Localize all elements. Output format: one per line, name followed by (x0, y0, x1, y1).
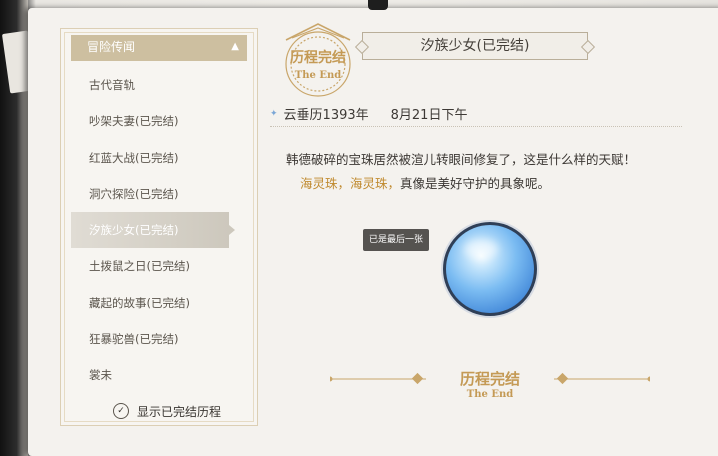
date-day: 8月21日下午 (390, 108, 468, 123)
checkmark-icon: ✓ (113, 403, 129, 419)
show-completed-toggle[interactable]: ✓ 显示已完结历程 (113, 401, 221, 421)
list-item-label: 吵架夫妻(已完结) (89, 114, 179, 129)
sparkle-icon: ✦ (270, 108, 278, 119)
list-item-label: 汐族少女(已完结) (89, 223, 179, 238)
list-item[interactable]: 古代音轨 (71, 67, 247, 103)
tooltip-text: 已是最后一张 (368, 235, 423, 245)
list-item-label: 古代音轨 (89, 78, 135, 92)
page-title-text: 汐族少女(已完结) (420, 38, 530, 54)
list-header-label: 冒险传闻 (87, 40, 136, 54)
list-item[interactable]: 吵架夫妻(已完结) (71, 103, 247, 139)
list-category-header[interactable]: 冒险传闻 ▲ (71, 35, 247, 61)
list-item[interactable]: 洞穴探险(已完结) (71, 176, 247, 212)
entry-date: ✦ 云垂历1393年 8月21日下午 (270, 104, 467, 123)
list-item[interactable]: 狂暴驼兽(已完结) (71, 321, 247, 357)
selection-pointer (229, 225, 235, 236)
seal-title: 历程完结 (290, 49, 346, 66)
entry-line-2: 海灵珠，海灵珠，真像是美好守护的具象呢。 (286, 172, 696, 196)
orb-highlight (464, 239, 498, 259)
event-list: 古代音轨 吵架夫妻(已完结) 红蓝大战(已完结) 洞穴探险(已完结) 汐族少女(… (71, 67, 247, 394)
list-item[interactable]: 土拨鼠之日(已完结) (71, 248, 247, 284)
list-item-label: 土拨鼠之日(已完结) (89, 259, 190, 274)
end-subtitle: The End (466, 389, 514, 400)
list-item-label: 藏起的故事(已完结) (89, 295, 190, 310)
list-item[interactable]: 红蓝大战(已完结) (71, 140, 247, 176)
chevron-up-icon: ▲ (231, 41, 239, 52)
last-page-tooltip: 已是最后一张 (363, 229, 429, 251)
list-item-label: 裳未 (89, 368, 112, 383)
list-item-label: 狂暴驼兽(已完结) (89, 332, 179, 347)
divider (270, 126, 682, 127)
seal-subtitle: The End (295, 70, 341, 81)
end-title: 历程完结 (459, 370, 520, 388)
list-item[interactable]: 裳未 (71, 357, 247, 393)
book-spine-clip (368, 0, 388, 10)
event-list-panel: 冒险传闻 ▲ 古代音轨 吵架夫妻(已完结) 红蓝大战(已完结) 洞穴探险(已完结… (60, 28, 258, 426)
entry-text: 韩德破碎的宝珠居然被渲儿转眼间修复了，这是什么样的天赋！ 海灵珠，海灵珠，真像是… (286, 148, 696, 196)
list-item-label: 红蓝大战(已完结) (89, 150, 179, 165)
entry-highlight: 海灵珠，海灵珠， (300, 176, 401, 191)
list-item-selected[interactable]: 汐族少女(已完结) (71, 212, 235, 249)
list-item[interactable]: 藏起的故事(已完结) (71, 285, 247, 321)
list-item-label: 洞穴探险(已完结) (89, 186, 179, 201)
entry-line-1: 韩德破碎的宝珠居然被渲儿转眼间修复了，这是什么样的天赋！ (286, 152, 637, 167)
sea-spirit-pearl-image[interactable] (443, 222, 537, 316)
show-completed-label: 显示已完结历程 (137, 404, 222, 419)
the-end-seal: 历程完结 The End (285, 23, 351, 97)
date-year: 云垂历1393年 (283, 108, 369, 123)
entry-line-2-rest: 真像是美好守护的具象呢。 (400, 176, 551, 191)
page-title: 汐族少女(已完结) (362, 32, 588, 60)
